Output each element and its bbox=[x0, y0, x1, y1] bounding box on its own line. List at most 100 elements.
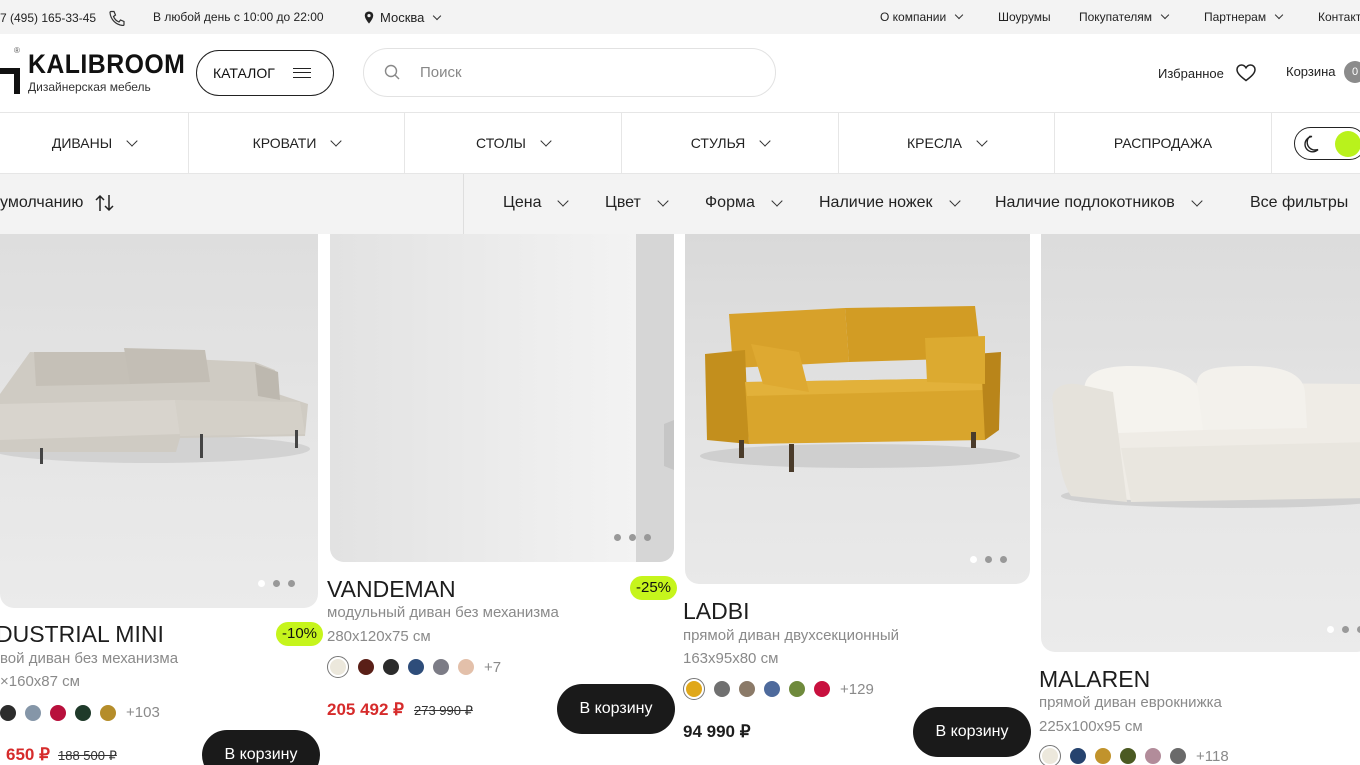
logo-tagline: Дизайнерская мебель bbox=[28, 80, 151, 94]
product-image[interactable] bbox=[1041, 234, 1360, 652]
catalog-button[interactable]: КАТАЛОГ bbox=[196, 50, 334, 96]
more-colors-count[interactable]: +103 bbox=[126, 704, 160, 721]
color-swatch[interactable] bbox=[739, 681, 755, 697]
color-swatch[interactable] bbox=[1170, 748, 1186, 764]
category-beds[interactable]: КРОВАТИ bbox=[189, 113, 405, 173]
color-swatches: +7 bbox=[327, 656, 501, 678]
product-name[interactable]: DUSTRIAL MINI bbox=[0, 621, 164, 648]
nav-showrooms[interactable]: Шоурумы bbox=[998, 10, 1051, 24]
old-price: 188 500 ₽ bbox=[58, 748, 117, 763]
search-input[interactable]: Поиск bbox=[363, 48, 776, 97]
color-swatch[interactable] bbox=[458, 659, 474, 675]
color-swatch[interactable] bbox=[50, 704, 66, 721]
more-colors-count[interactable]: +118 bbox=[1196, 748, 1229, 765]
product-image[interactable] bbox=[685, 234, 1030, 584]
category-armchairs[interactable]: КРЕСЛА bbox=[839, 113, 1055, 173]
chevron-down-icon bbox=[1160, 10, 1170, 20]
image-pagination[interactable] bbox=[614, 534, 651, 541]
sort-label: умолчанию bbox=[0, 194, 84, 211]
image-pagination[interactable] bbox=[1327, 626, 1360, 633]
add-to-cart-button[interactable]: В корзину bbox=[202, 730, 320, 765]
chevron-down-icon bbox=[540, 134, 552, 147]
top-info-bar: 7 (495) 165-33-45 В любой день с 10:00 д… bbox=[0, 0, 1360, 34]
product-price: 94 990 ₽ bbox=[683, 722, 751, 741]
image-pagination[interactable] bbox=[970, 556, 1007, 563]
color-swatch[interactable] bbox=[327, 656, 349, 678]
product-description: вой диван без механизма bbox=[0, 650, 179, 667]
theme-toggle[interactable] bbox=[1294, 127, 1360, 160]
all-filters-button[interactable]: Все фильтры bbox=[1250, 194, 1348, 212]
color-swatches: +103 bbox=[0, 704, 160, 721]
color-swatch[interactable] bbox=[408, 659, 424, 675]
category-sale[interactable]: РАСПРОДАЖА bbox=[1055, 113, 1272, 173]
color-swatch[interactable] bbox=[358, 659, 374, 675]
color-swatches: +129 bbox=[683, 678, 874, 700]
sort-arrows-icon bbox=[95, 194, 114, 212]
color-swatch[interactable] bbox=[1070, 748, 1086, 764]
color-swatch[interactable] bbox=[75, 704, 91, 721]
filter-legs[interactable]: Наличие ножек bbox=[819, 194, 961, 212]
cart-link[interactable]: Корзина bbox=[1286, 64, 1336, 79]
city-label[interactable]: Москва bbox=[380, 10, 424, 25]
nav-about[interactable]: О компании bbox=[880, 10, 964, 24]
product-description: модульный диван без механизма bbox=[327, 604, 559, 621]
sort-selector[interactable]: умолчанию bbox=[0, 194, 115, 212]
product-name[interactable]: VANDEMAN bbox=[327, 576, 456, 603]
color-swatch[interactable] bbox=[683, 678, 705, 700]
color-swatch[interactable] bbox=[25, 704, 41, 721]
more-colors-count[interactable]: +129 bbox=[840, 681, 874, 698]
heart-icon bbox=[1236, 64, 1256, 82]
color-swatch[interactable] bbox=[383, 659, 399, 675]
favorites-label: Избранное bbox=[1158, 65, 1224, 81]
color-swatch[interactable] bbox=[714, 681, 730, 697]
product-image[interactable] bbox=[330, 234, 674, 562]
chevron-down-icon bbox=[126, 134, 138, 147]
add-to-cart-button[interactable]: В корзину bbox=[557, 684, 675, 734]
product-name[interactable]: LADBI bbox=[683, 598, 749, 625]
product-dimensions: 280х120х75 см bbox=[327, 628, 431, 645]
image-pagination[interactable] bbox=[258, 580, 295, 587]
product-image[interactable] bbox=[0, 234, 318, 608]
logo[interactable]: KALIBROOM bbox=[28, 49, 185, 80]
logo-mark-icon[interactable] bbox=[0, 54, 22, 94]
nav-contacts[interactable]: Контакты bbox=[1318, 10, 1360, 24]
chevron-down-icon bbox=[948, 194, 961, 207]
filter-color[interactable]: Цвет bbox=[605, 194, 669, 212]
color-swatch[interactable] bbox=[0, 704, 16, 721]
product-dimensions: 163х95х80 см bbox=[683, 650, 779, 667]
color-swatch[interactable] bbox=[764, 681, 780, 697]
filter-shape[interactable]: Форма bbox=[705, 194, 783, 212]
category-chairs[interactable]: СТУЛЬЯ bbox=[622, 113, 839, 173]
color-swatch[interactable] bbox=[1039, 745, 1061, 765]
color-swatch[interactable] bbox=[1145, 748, 1161, 764]
product-dimensions: ×160х87 см bbox=[0, 673, 80, 690]
phone-link[interactable]: 7 (495) 165-33-45 bbox=[0, 10, 126, 26]
category-sofas[interactable]: ДИВАНЫ bbox=[0, 113, 189, 173]
product-name[interactable]: MALAREN bbox=[1039, 666, 1150, 693]
filter-armrests[interactable]: Наличие подлокотников bbox=[995, 194, 1203, 212]
favorites-link[interactable]: Избранное bbox=[1158, 64, 1256, 82]
add-to-cart-button[interactable]: В корзину bbox=[913, 707, 1031, 757]
color-swatch[interactable] bbox=[789, 681, 805, 697]
logo-registered-mark: ® bbox=[14, 46, 20, 55]
color-swatch[interactable] bbox=[814, 681, 830, 697]
nav-customers[interactable]: Покупателям bbox=[1079, 10, 1170, 24]
corner-sofa-image bbox=[0, 348, 310, 464]
color-swatch[interactable] bbox=[433, 659, 449, 675]
discount-badge: -25% bbox=[630, 576, 678, 600]
old-price: 273 990 ₽ bbox=[414, 703, 473, 718]
color-swatch[interactable] bbox=[1120, 748, 1136, 764]
color-swatch[interactable] bbox=[100, 704, 116, 721]
discount-badge: -10% bbox=[276, 622, 324, 646]
divider bbox=[463, 174, 464, 234]
category-tables[interactable]: СТОЛЫ bbox=[405, 113, 622, 173]
location-pin-icon bbox=[364, 11, 374, 24]
city-selector[interactable]: Москва bbox=[364, 10, 442, 25]
nav-partners[interactable]: Партнерам bbox=[1204, 10, 1284, 24]
phone-number[interactable]: 7 (495) 165-33-45 bbox=[0, 11, 96, 25]
filter-price[interactable]: Цена bbox=[503, 194, 570, 212]
modular-sofa-image bbox=[330, 234, 674, 562]
chevron-down-icon bbox=[1191, 194, 1203, 207]
color-swatch[interactable] bbox=[1095, 748, 1111, 764]
more-colors-count[interactable]: +7 bbox=[484, 659, 501, 676]
